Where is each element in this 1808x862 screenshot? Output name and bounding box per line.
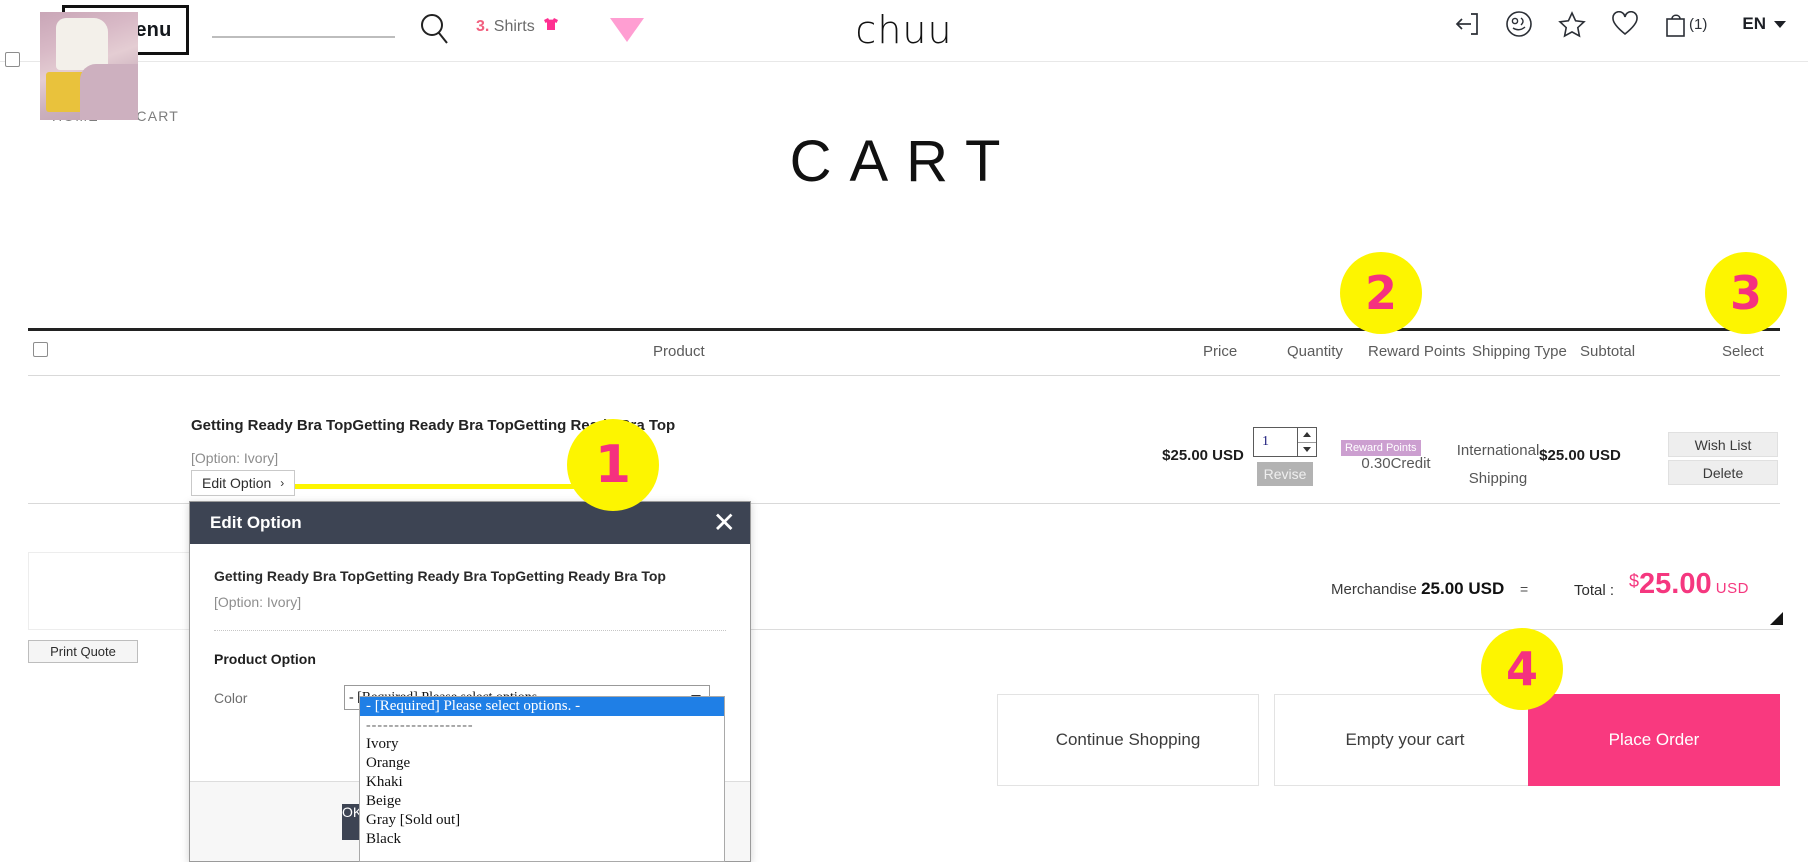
color-option-4[interactable]: Khaki bbox=[360, 773, 724, 792]
total-currency-symbol: $ bbox=[1629, 571, 1640, 591]
product-price: $25.00 USD bbox=[1162, 447, 1244, 464]
total-amount: 25.00 bbox=[1639, 568, 1712, 600]
resize-corner-icon bbox=[1770, 612, 1783, 625]
column-header-shipping-type: Shipping Type bbox=[1472, 343, 1567, 360]
merchandise-value: 25.00 USD bbox=[1421, 579, 1505, 598]
modal-section-title: Product Option bbox=[214, 651, 316, 667]
color-option-7[interactable]: Black bbox=[360, 830, 724, 849]
modal-divider bbox=[214, 630, 726, 631]
revise-button[interactable]: Revise bbox=[1257, 462, 1313, 486]
color-dropdown-list[interactable]: - [Required] Please select options. - ---… bbox=[359, 696, 725, 862]
column-header-quantity: Quantity bbox=[1287, 343, 1343, 360]
total-value: $25.00 USD bbox=[1629, 568, 1749, 601]
quantity-increase-button[interactable] bbox=[1298, 428, 1316, 443]
place-order-button[interactable]: Place Order bbox=[1528, 694, 1780, 786]
quantity-stepper[interactable] bbox=[1253, 427, 1317, 457]
delete-button[interactable]: Delete bbox=[1668, 460, 1778, 485]
annotation-badge-1: 1 bbox=[567, 419, 659, 511]
close-icon[interactable]: ✕ bbox=[713, 509, 736, 537]
star-icon[interactable] bbox=[1558, 10, 1586, 38]
modal-product-option: [Option: Ivory] bbox=[214, 594, 302, 610]
modal-body: Getting Ready Bra TopGetting Ready Bra T… bbox=[190, 544, 750, 710]
merchandise-total: Merchandise 25.00 USD bbox=[1331, 579, 1504, 599]
annotation-leader-line-1 bbox=[281, 484, 611, 489]
shipping-type: International Shipping bbox=[1440, 437, 1556, 493]
quantity-spinner[interactable] bbox=[1297, 427, 1317, 457]
reward-points-badge: Reward Points bbox=[1341, 440, 1421, 456]
modal-title: Edit Option bbox=[210, 513, 302, 532]
select-all-checkbox[interactable] bbox=[33, 342, 48, 362]
column-header-subtotal: Subtotal bbox=[1580, 343, 1636, 360]
column-header-select: Select bbox=[1722, 343, 1764, 360]
wish-list-button[interactable]: Wish List bbox=[1668, 432, 1778, 457]
column-header-product: Product bbox=[653, 343, 705, 360]
continue-shopping-button[interactable]: Continue Shopping bbox=[997, 694, 1259, 786]
annotation-badge-2: 2 bbox=[1340, 252, 1422, 334]
annotation-badge-3: 3 bbox=[1705, 252, 1787, 334]
chevron-right-icon: › bbox=[280, 476, 285, 490]
color-option-2[interactable]: Ivory bbox=[360, 735, 724, 754]
color-option-6[interactable]: Gray [Sold out] bbox=[360, 811, 724, 830]
product-option-text: [Option: Ivory] bbox=[191, 450, 279, 466]
cart-table-header: Product Price Quantity Reward Points Shi… bbox=[28, 331, 1780, 376]
total-label: Total : bbox=[1574, 582, 1615, 599]
merchandise-label: Merchandise bbox=[1331, 581, 1417, 598]
color-option-0[interactable]: - [Required] Please select options. - bbox=[360, 697, 724, 716]
breadcrumb-cart: CART bbox=[136, 108, 180, 124]
cart-page: Menu 3. Shirts chuu (1) EN CART CART Pro… bbox=[0, 0, 1808, 862]
reward-points-value: 0.30Credit bbox=[1361, 455, 1431, 472]
chevron-down-icon bbox=[1774, 20, 1786, 28]
column-header-price: Price bbox=[1203, 343, 1238, 360]
shopping-bag-icon[interactable]: (1) bbox=[1664, 11, 1707, 38]
total-currency-code: USD bbox=[1715, 580, 1749, 597]
row-select-checkbox[interactable] bbox=[5, 52, 20, 72]
print-quote-button[interactable]: Print Quote bbox=[28, 640, 138, 663]
edit-option-button[interactable]: Edit Option › bbox=[191, 470, 296, 496]
modal-option-label: Color bbox=[214, 689, 248, 706]
column-header-reward-points: Reward Points bbox=[1368, 343, 1466, 360]
language-label: EN bbox=[1742, 14, 1766, 33]
modal-header: Edit Option ✕ bbox=[190, 502, 750, 544]
color-option-3[interactable]: Orange bbox=[360, 754, 724, 773]
quantity-input[interactable] bbox=[1253, 427, 1297, 457]
page-title: CART bbox=[789, 129, 1019, 194]
heart-icon[interactable] bbox=[1611, 11, 1639, 37]
cart-item-count: (1) bbox=[1689, 15, 1708, 33]
equals-sign: = bbox=[1520, 581, 1529, 597]
language-selector[interactable]: EN bbox=[1742, 14, 1786, 34]
product-subtotal: $25.00 USD bbox=[1539, 447, 1621, 464]
empty-cart-button[interactable]: Empty your cart bbox=[1274, 694, 1536, 786]
product-thumbnail[interactable] bbox=[40, 12, 138, 120]
site-header: Menu 3. Shirts chuu (1) EN bbox=[0, 0, 1808, 62]
header-icon-group: (1) EN bbox=[1454, 10, 1786, 38]
shipping-type-line2: Shipping bbox=[1468, 470, 1528, 487]
login-arrow-icon[interactable] bbox=[1454, 12, 1480, 36]
color-option-5[interactable]: Beige bbox=[360, 792, 724, 811]
color-option-1[interactable]: ------------------- bbox=[360, 716, 724, 735]
annotation-badge-4: 4 bbox=[1481, 628, 1563, 710]
modal-product-name: Getting Ready Bra TopGetting Ready Bra T… bbox=[214, 568, 666, 584]
quantity-decrease-button[interactable] bbox=[1298, 443, 1316, 457]
face-circle-icon[interactable] bbox=[1505, 10, 1533, 38]
edit-option-label: Edit Option bbox=[202, 475, 272, 491]
